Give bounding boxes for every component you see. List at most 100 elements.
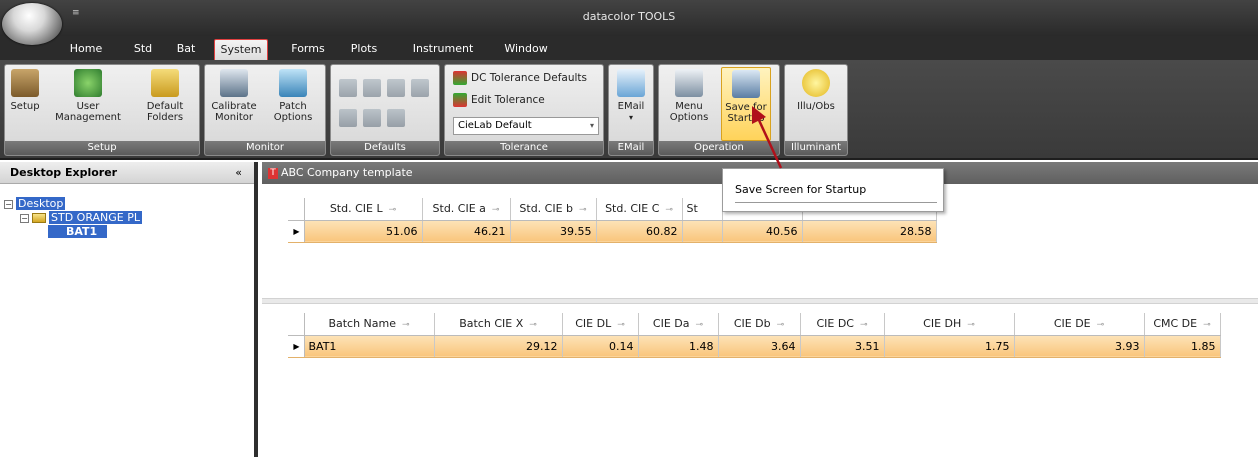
tree-node-desktop[interactable]: − Desktop xyxy=(4,197,66,211)
column-header[interactable]: CIE DC ⊸ xyxy=(800,313,885,336)
tool-default-icon[interactable] xyxy=(387,109,405,127)
column-header[interactable]: CIE DH ⊸ xyxy=(884,313,1015,336)
group-label-defaults: Defaults xyxy=(331,141,439,155)
dc-tolerance-defaults-button[interactable]: DC Tolerance Defaults xyxy=(453,71,587,85)
pin-icon[interactable]: ⊸ xyxy=(389,205,397,215)
column-header[interactable]: CMC DE ⊸ xyxy=(1144,313,1221,336)
default-folders-button[interactable]: Default Folders xyxy=(135,69,195,123)
save-for-startup-button[interactable]: Save for Startup xyxy=(721,67,771,141)
tool-default-icon[interactable] xyxy=(339,109,357,127)
column-header[interactable]: Std. CIE L ⊸ xyxy=(304,198,423,221)
calibrate-monitor-label: Calibrate Monitor xyxy=(211,101,257,123)
illu-obs-button[interactable]: Illu/Obs xyxy=(793,69,839,112)
tab-home[interactable]: Home xyxy=(64,39,108,60)
pin-icon[interactable]: ⊸ xyxy=(1097,320,1105,330)
tool-default-icon[interactable] xyxy=(363,79,381,97)
tooltip-text: Save Screen for Startup xyxy=(735,183,867,196)
tree-label-std: STD ORANGE PL xyxy=(49,211,143,224)
tab-forms[interactable]: Forms xyxy=(286,39,330,60)
tool-default-icon[interactable] xyxy=(387,79,405,97)
batch-table: Batch Name ⊸ Batch CIE X ⊸ CIE DL ⊸ CIE Da ⊸… xyxy=(288,313,1221,358)
application-orb-button[interactable] xyxy=(2,3,62,45)
column-header[interactable]: CIE DL ⊸ xyxy=(562,313,639,336)
save-for-startup-label: Save for Startup xyxy=(725,102,767,124)
row-indicator-icon: ▶ xyxy=(288,335,305,358)
column-header[interactable]: CIE Db ⊸ xyxy=(718,313,801,336)
pin-icon[interactable]: ⊸ xyxy=(860,320,868,330)
tab-bat[interactable]: Bat xyxy=(170,39,202,60)
monitor-calibrate-icon xyxy=(220,69,248,97)
table-row[interactable]: ▶ 51.06 46.21 39.55 60.82 40.56 28.58 xyxy=(288,220,937,243)
pin-icon[interactable]: ⊸ xyxy=(967,320,975,330)
group-label-operation: Operation xyxy=(659,141,779,155)
title-bar: ≡ datacolor TOOLS xyxy=(0,0,1258,36)
desktop-explorer-panel: Desktop Explorer « − Desktop − STD ORANGE … xyxy=(0,162,258,457)
email-button[interactable]: EMail ▾ xyxy=(613,69,649,123)
ribbon-group-tolerance: DC Tolerance Defaults Edit Tolerance Cie… xyxy=(444,64,604,156)
collapse-icon[interactable]: « xyxy=(235,162,242,184)
tool-default-icon[interactable] xyxy=(339,79,357,97)
column-header[interactable]: Std. CIE a ⊸ xyxy=(422,198,511,221)
column-header[interactable]: Std. CIE C ⊸ xyxy=(596,198,683,221)
tab-window[interactable]: Window xyxy=(498,39,554,60)
column-header[interactable]: St xyxy=(682,198,723,221)
user-management-button[interactable]: User Management xyxy=(53,69,123,123)
edit-tolerance-button[interactable]: Edit Tolerance xyxy=(453,93,545,107)
chevron-down-icon: ▾ xyxy=(589,121,594,130)
tooltip-divider xyxy=(735,202,937,203)
menu-options-button[interactable]: Menu Options xyxy=(665,69,713,123)
tool-default-icon[interactable] xyxy=(411,79,429,97)
illu-obs-label: Illu/Obs xyxy=(797,101,835,112)
tolerance-dropdown[interactable]: CieLab Default ▾ xyxy=(453,117,599,135)
tab-plots[interactable]: Plots xyxy=(344,39,384,60)
calibrate-monitor-button[interactable]: Calibrate Monitor xyxy=(209,69,259,123)
window-title: datacolor TOOLS xyxy=(582,10,676,23)
grid-splitter[interactable] xyxy=(262,298,1258,304)
ribbon-group-illuminant: Illu/Obs Illuminant xyxy=(784,64,848,156)
pin-icon[interactable]: ⊸ xyxy=(617,320,625,330)
tooltip-save-screen: Save Screen for Startup xyxy=(722,168,944,212)
folder-icon xyxy=(32,213,46,223)
wrench-icon xyxy=(675,69,703,97)
pin-icon[interactable]: ⊸ xyxy=(665,205,673,215)
setup-label: Setup xyxy=(10,101,40,112)
user-management-label: User Management xyxy=(55,101,121,123)
table-row[interactable]: ▶ BAT1 29.12 0.14 1.48 3.64 3.51 1.75 3.… xyxy=(288,335,1221,358)
pin-icon[interactable]: ⊸ xyxy=(492,205,500,215)
collapse-tree-icon[interactable]: − xyxy=(4,199,13,209)
pin-icon[interactable]: ⊸ xyxy=(1203,320,1211,330)
group-label-illuminant: Illuminant xyxy=(785,141,847,155)
ribbon: Setup User Management Default Folders Se… xyxy=(0,60,1258,160)
sidebar-title: Desktop Explorer xyxy=(10,166,118,179)
template-icon: T xyxy=(268,167,278,179)
chevron-down-icon: ▾ xyxy=(628,113,633,122)
pin-icon[interactable]: ⊸ xyxy=(529,320,537,330)
table-header-row: Batch Name ⊸ Batch CIE X ⊸ CIE DL ⊸ CIE Da ⊸… xyxy=(288,313,1221,336)
patch-options-label: Patch Options xyxy=(273,101,313,123)
column-header[interactable]: CIE DE ⊸ xyxy=(1014,313,1145,336)
sidebar-header: Desktop Explorer « xyxy=(0,162,254,184)
lightbulb-icon xyxy=(802,69,830,97)
patch-options-button[interactable]: Patch Options xyxy=(267,69,319,123)
column-header[interactable]: Batch CIE X ⊸ xyxy=(434,313,563,336)
tab-instrument[interactable]: Instrument xyxy=(410,39,476,60)
group-label-setup: Setup xyxy=(5,141,199,155)
pin-icon[interactable]: ⊸ xyxy=(777,320,785,330)
collapse-tree-icon[interactable]: − xyxy=(20,213,29,223)
tool-default-icon[interactable] xyxy=(363,109,381,127)
tree-node-batch[interactable]: BAT1 xyxy=(48,225,108,239)
column-header[interactable]: Std. CIE b ⊸ xyxy=(510,198,597,221)
tab-system[interactable]: System xyxy=(214,39,268,60)
pin-icon[interactable]: ⊸ xyxy=(696,320,704,330)
users-icon xyxy=(74,69,102,97)
column-header[interactable]: Batch Name ⊸ xyxy=(304,313,435,336)
column-header[interactable]: CIE Da ⊸ xyxy=(638,313,719,336)
pin-icon[interactable]: ⊸ xyxy=(402,320,410,330)
pin-icon[interactable]: ⊸ xyxy=(579,205,587,215)
ribbon-group-setup: Setup User Management Default Folders Se… xyxy=(4,64,200,156)
monitor-icon xyxy=(279,69,307,97)
tree-node-std[interactable]: − STD ORANGE PL xyxy=(20,211,143,225)
tab-std[interactable]: Std xyxy=(128,39,158,60)
row-indicator-icon: ▶ xyxy=(288,220,305,243)
setup-button[interactable]: Setup xyxy=(7,69,43,112)
